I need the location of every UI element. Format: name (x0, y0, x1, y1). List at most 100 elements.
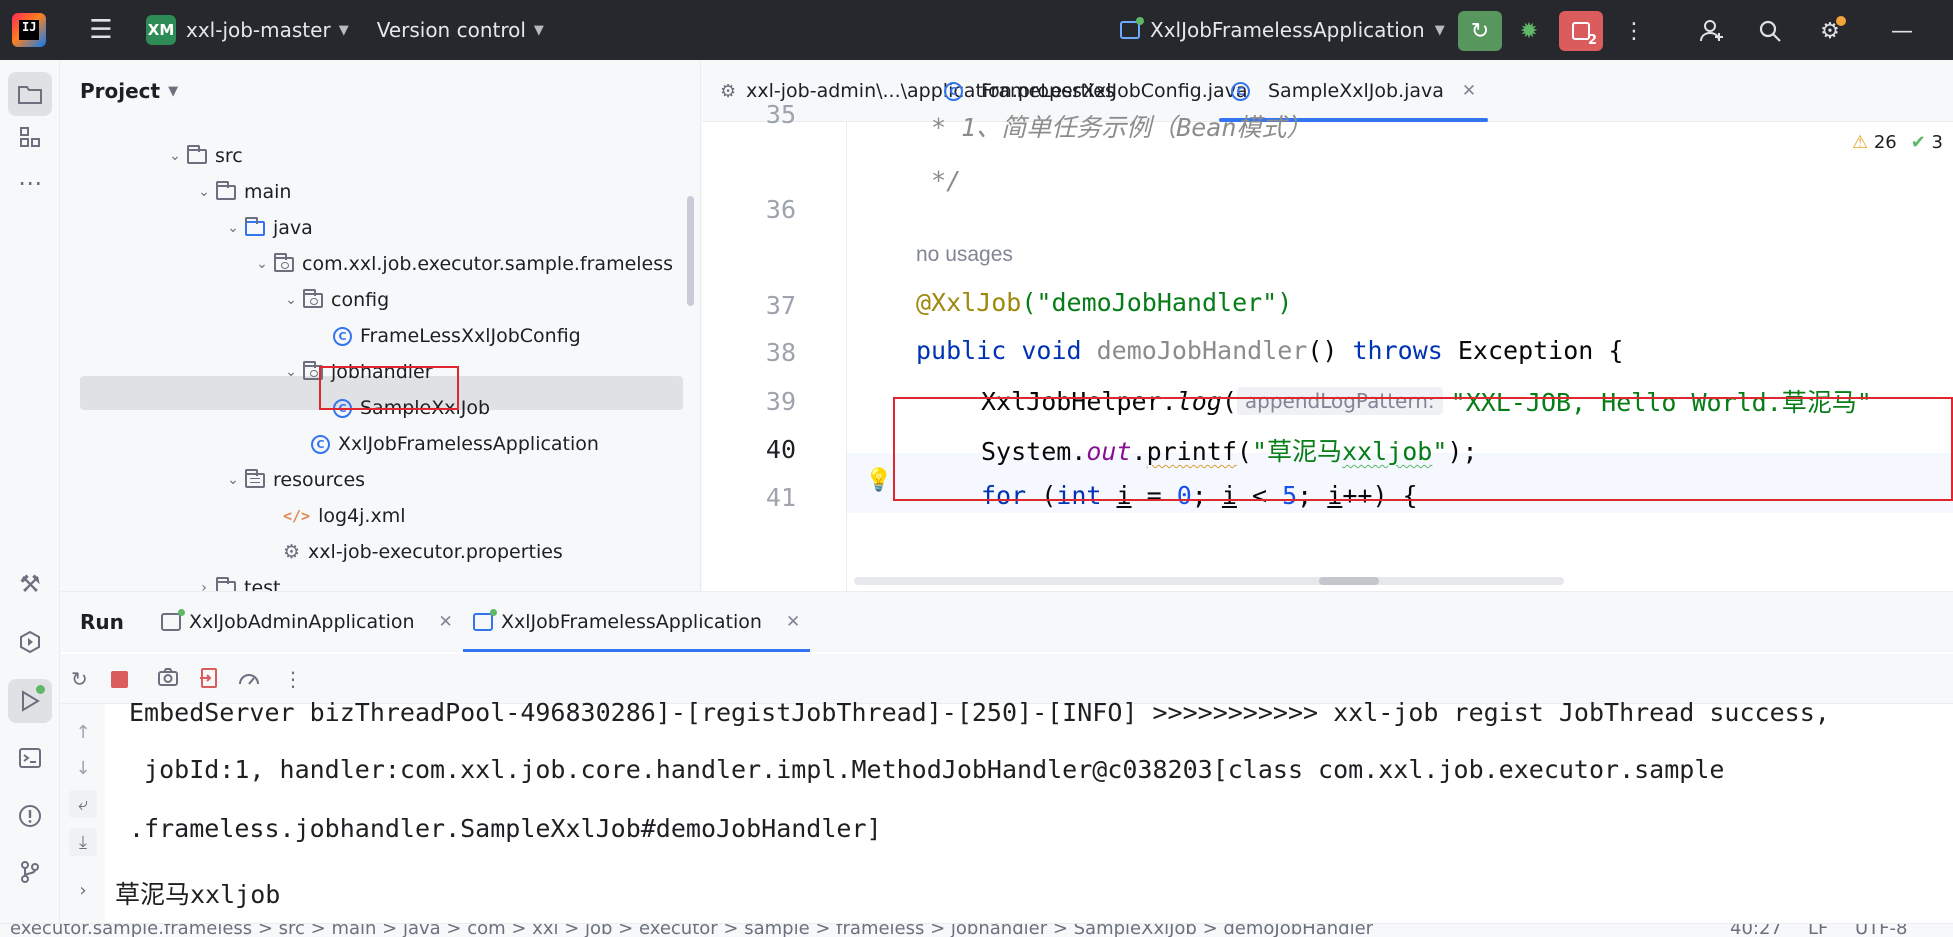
tool-window-stripe: ⋯ ⚒ (0, 60, 60, 937)
lightbulb-icon[interactable]: 💡 (865, 468, 892, 493)
caret-position[interactable]: 40:27 (1730, 924, 1782, 937)
breadcrumb[interactable]: executor.sample.frameless > src > main >… (10, 924, 1373, 937)
tree-item-main[interactable]: ⌄ main (192, 177, 291, 207)
project-folder-icon[interactable] (8, 72, 52, 116)
runnable-class-icon: C (311, 434, 330, 454)
project-panel-header[interactable]: Project ▼ (80, 79, 178, 103)
code-line-35: * 1、简单任务示例（Bean模式） (916, 113, 1312, 142)
line-number-gutter: 35 36 37 38 39 40 41 (702, 100, 847, 591)
project-tool-window: Project ▼ ⌄ src ⌄ main ⌄ java ⌄ com.xxl.job.… (61, 60, 701, 591)
arrow-down-icon[interactable]: ↓ (69, 754, 97, 782)
exclamation-circle-icon (19, 805, 41, 827)
arrow-up-icon[interactable]: ↑ (69, 718, 97, 746)
tree-item-framelessxxljobconfig[interactable]: C FrameLessXxlJobConfig (333, 321, 581, 351)
class-icon: C (333, 326, 352, 346)
line-number-current: 40 (765, 435, 796, 464)
soft-wrap-icon[interactable]: ⤶ (69, 790, 97, 818)
application-icon (161, 609, 185, 631)
intellij-logo-icon[interactable]: IJ (12, 13, 46, 47)
tree-item-java[interactable]: ⌄ java (221, 213, 313, 243)
main-menu-icon[interactable]: ☰ (86, 15, 116, 45)
close-tab-icon[interactable]: ✕ (439, 612, 453, 632)
annotation-highlight-box (319, 366, 459, 410)
services-icon[interactable] (8, 620, 52, 664)
tree-item-resources[interactable]: ⌄ resources (221, 465, 365, 495)
scroll-to-end-icon[interactable]: ⤓ (69, 828, 97, 856)
chevron-down-icon: ⌄ (198, 184, 210, 200)
console-line: EmbedServer bizThreadPool-496830286]-[re… (129, 698, 1830, 727)
more-tools-icon[interactable]: ⋯ (8, 161, 52, 205)
settings-gear-icon[interactable]: ⚙ (1808, 11, 1852, 51)
editor-horizontal-scrollbar[interactable] (854, 577, 1564, 585)
close-tab-icon[interactable]: ✕ (786, 612, 800, 632)
tree-item-xxljobframelessapplication[interactable]: C XxlJobFramelessApplication (311, 429, 599, 459)
stop-count-badge: 2 (1587, 33, 1597, 48)
project-badge[interactable]: XM (146, 15, 176, 45)
tree-item-test[interactable]: › test (192, 573, 281, 591)
chevron-down-icon: ⌄ (256, 256, 268, 272)
more-actions-icon[interactable]: ⋮ (1612, 11, 1656, 51)
camera-icon[interactable] (157, 667, 179, 692)
debug-button[interactable]: ✹ (1507, 11, 1551, 51)
annotation-highlight-box (893, 397, 1953, 501)
application-icon (1120, 17, 1144, 39)
problems-icon[interactable] (8, 794, 52, 838)
console-line: .frameless.jobhandler.SampleXxlJob#demoJ… (129, 814, 882, 843)
line-separator[interactable]: LF (1808, 924, 1828, 937)
code-line-37: @XxlJob("demoJobHandler") (916, 288, 1293, 317)
project-scrollbar[interactable] (687, 196, 694, 306)
code-editor: ⚙ xxl-job-admin\...\application.properti… (702, 60, 1953, 591)
git-branch-icon[interactable] (8, 850, 52, 894)
run-configuration-selector[interactable]: XxlJobFramelessApplication ▼ (1120, 0, 1445, 60)
resources-folder-icon (245, 468, 265, 488)
add-user-icon[interactable] (1690, 11, 1734, 51)
stop-button[interactable]: 2 (1559, 11, 1603, 51)
profiler-gauge-icon[interactable] (237, 667, 261, 694)
blocks-icon (20, 127, 40, 147)
tree-item-src[interactable]: ⌄ src (163, 141, 243, 171)
file-encoding[interactable]: UTF-8 (1855, 924, 1907, 937)
tree-item-log4j-xml[interactable]: </> log4j.xml (283, 501, 406, 531)
tree-item-executor-properties[interactable]: ⚙ xxl-job-executor.properties (283, 537, 563, 567)
rerun-button[interactable]: ↻ (1458, 11, 1502, 51)
minimize-icon[interactable]: — (1880, 11, 1924, 51)
search-icon[interactable] (1748, 11, 1792, 51)
close-tab-icon[interactable]: ✕ (1462, 81, 1476, 101)
tree-item-package-frameless[interactable]: ⌄ com.xxl.job.executor.sample.frameless (250, 249, 673, 279)
run-tab-xxljobadminapplication[interactable]: XxlJobAdminApplication ✕ (161, 592, 453, 652)
chevron-down-icon: ⌄ (285, 292, 297, 308)
console-line: jobId:1, handler:com.xxl.job.core.handle… (129, 755, 1725, 784)
usages-hint[interactable]: no usages (916, 243, 1013, 267)
scrollbar-thumb[interactable] (1319, 577, 1379, 585)
camera-glyph (158, 668, 178, 686)
rerun-icon[interactable]: ↻ (71, 667, 88, 691)
run-tool-icon[interactable] (8, 679, 52, 723)
folder-icon (216, 576, 236, 591)
terminal-prompt-icon (19, 748, 41, 768)
magnifier-icon (1759, 20, 1781, 42)
line-number: 35 (765, 100, 796, 129)
inspection-widget[interactable]: ⚠ 26 ✔ 3 (1852, 132, 1943, 153)
project-switcher[interactable]: xxl-job-master ▼ (186, 18, 349, 42)
exit-icon[interactable] (199, 667, 219, 694)
run-tab-xxljobframelessapplication[interactable]: XxlJobFramelessApplication ✕ (463, 592, 811, 652)
check-icon: ✔ (1910, 132, 1926, 153)
run-configuration-name: XxlJobFramelessApplication (1150, 18, 1425, 42)
chevron-down-icon: ⌄ (227, 220, 239, 236)
structure-icon[interactable] (8, 115, 52, 159)
line-number: 41 (765, 483, 796, 512)
code-line-36: */ (916, 166, 962, 195)
project-panel-title: Project (80, 79, 161, 103)
more-options-icon[interactable]: ⋮ (283, 667, 303, 691)
tree-item-config[interactable]: ⌄ config (279, 285, 389, 315)
build-hammer-icon[interactable]: ⚒ (8, 562, 52, 606)
person-icon (1700, 20, 1723, 42)
stop-icon[interactable] (111, 671, 128, 688)
gauge-glyph (239, 674, 259, 685)
version-control-menu[interactable]: Version control ▼ (377, 18, 544, 42)
warnings-count: 26 (1873, 132, 1897, 153)
terminal-icon[interactable] (8, 736, 52, 780)
application-icon (473, 609, 497, 631)
chevron-down-icon: ⌄ (227, 472, 239, 488)
chevron-right-icon[interactable]: › (69, 876, 97, 904)
